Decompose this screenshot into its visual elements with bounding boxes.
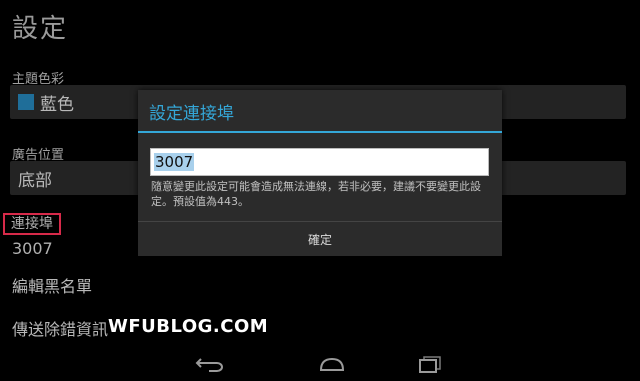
theme-value: 藍色	[40, 94, 74, 115]
recents-icon[interactable]	[406, 351, 454, 377]
port-label[interactable]: 連接埠	[3, 213, 61, 235]
port-dialog: 設定連接埠 3007 隨意變更此設定可能會造成無法連線，若非必要，建議不要變更此…	[138, 90, 502, 256]
dialog-title: 設定連接埠	[149, 104, 234, 124]
port-input[interactable]: 3007	[150, 148, 489, 176]
watermark: WFUBLOG.COM	[108, 316, 269, 337]
page-title: 設定	[12, 14, 69, 44]
edit-blacklist-item[interactable]: 編輯黑名單	[12, 273, 92, 297]
home-icon[interactable]	[308, 351, 356, 377]
send-debug-info-item[interactable]: 傳送除錯資訊	[12, 316, 108, 340]
ok-button[interactable]: 確定	[138, 222, 502, 256]
back-icon[interactable]	[186, 351, 234, 377]
theme-color-swatch	[18, 94, 34, 110]
port-input-value: 3007	[154, 153, 195, 171]
port-value: 3007	[12, 239, 53, 258]
dialog-message: 隨意變更此設定可能會造成無法連線，若非必要，建議不要變更此設定。預設值為443。	[151, 180, 481, 208]
ad-position-value: 底部	[18, 170, 52, 191]
dialog-title-divider	[138, 131, 502, 133]
navigation-bar	[0, 345, 640, 381]
